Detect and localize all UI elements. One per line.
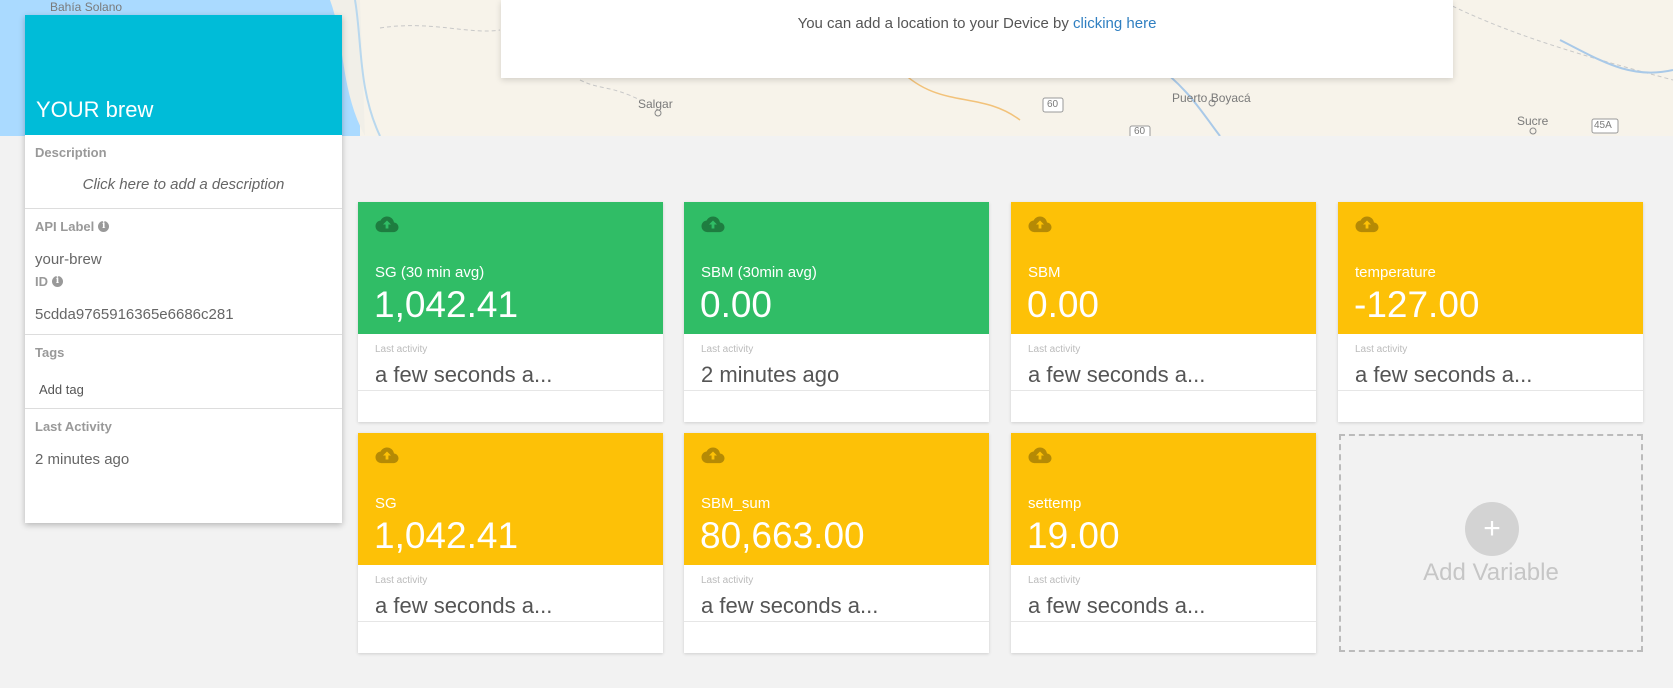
description-title: Description [35,145,107,160]
location-banner-text: You can add a location to your Device by [797,15,1074,32]
variable-label: settemp [1028,495,1082,512]
variable-label: SBM_sum [701,495,771,512]
divider [684,390,989,391]
variable-value: 1,042.41 [374,515,519,556]
variable-card-header: settemp 19.00 [1011,433,1316,565]
api-label-title: API Label [35,219,95,234]
id-title: ID [35,274,48,289]
location-banner: You can add a location to your Device by… [501,0,1453,78]
variable-card-footer: Last activity a few seconds a... [1011,334,1316,422]
last-activity-value: a few seconds a... [1028,593,1206,618]
variable-value: 19.00 [1027,515,1120,556]
variable-card-header: SBM_sum 80,663.00 [684,433,989,565]
variable-card-header: SG (30 min avg) 1,042.41 [358,202,663,334]
last-activity-value: a few seconds a... [375,593,553,618]
cloud-upload-icon [375,216,399,233]
variable-label: SBM [1028,264,1061,281]
description-section: Description Click here to add a descript… [25,135,342,209]
divider [1011,390,1316,391]
last-activity-label: Last activity [375,344,428,355]
variable-card[interactable]: SBM 0.00 Last activity a few seconds a..… [1011,202,1316,422]
variable-value: 80,663.00 [700,515,865,556]
last-activity-label: Last activity [1028,575,1081,586]
divider [358,621,663,622]
variable-label: SBM (30min avg) [701,264,817,281]
last-activity-value: a few seconds a... [1355,362,1533,387]
cloud-upload-icon [1028,216,1052,233]
variable-card[interactable]: settemp 19.00 Last activity a few second… [1011,433,1316,653]
divider [1338,390,1643,391]
add-tag-button[interactable]: Add tag [35,360,332,408]
map-road-label: 60 [1047,99,1059,110]
cloud-upload-icon [1028,447,1052,464]
add-location-link[interactable]: clicking here [1073,15,1156,32]
variable-card[interactable]: SBM (30min avg) 0.00 Last activity 2 min… [684,202,989,422]
variable-label: temperature [1355,264,1436,281]
last-activity-section: Last Activity 2 minutes ago [25,409,342,479]
variable-card-header: SG 1,042.41 [358,433,663,565]
api-label-section: API Label i your-brew ID i 5cdda97659163… [25,209,342,335]
plus-icon[interactable]: + [1465,502,1519,556]
description-field[interactable]: Click here to add a description [35,160,332,208]
last-activity-value: a few seconds a... [1028,362,1206,387]
variable-card-header: temperature -127.00 [1338,202,1643,334]
last-activity-label: Last activity [1028,344,1081,355]
map-label-salgar: Salgar [638,97,673,111]
variable-value: 1,042.41 [374,284,519,325]
id-title-row: ID i [35,274,332,289]
map-road-label: 45A [1594,120,1612,131]
variable-card-header: SBM (30min avg) 0.00 [684,202,989,334]
variable-value: 0.00 [1027,284,1100,325]
info-icon[interactable]: i [98,221,110,232]
api-label-value[interactable]: your-brew [35,234,332,274]
variable-value: -127.00 [1354,284,1480,325]
last-activity-label: Last activity [701,344,754,355]
cloud-upload-icon [1355,216,1379,233]
variable-card[interactable]: SBM_sum 80,663.00 Last activity a few se… [684,433,989,653]
map-label-sucre: Sucre [1517,114,1549,128]
variable-card[interactable]: SG 1,042.41 Last activity a few seconds … [358,433,663,653]
cloud-upload-icon [701,447,725,464]
api-label-title-row: API Label i [35,219,332,234]
add-variable-button[interactable]: + Add Variable [1339,434,1643,652]
last-activity-label: Last activity [1355,344,1408,355]
device-panel: YOUR brew Description Click here to add … [25,15,342,523]
info-icon[interactable]: i [52,276,63,287]
cloud-upload-icon [375,447,399,464]
tags-title: Tags [35,345,65,360]
last-activity-value: 2 minutes ago [701,362,840,387]
variable-card-footer: Last activity a few seconds a... [684,565,989,653]
variable-card-footer: Last activity a few seconds a... [1338,334,1643,422]
divider [358,390,663,391]
cloud-upload-icon [701,216,725,233]
device-id-value: 5cdda9765916365e6686c281 [35,306,234,323]
divider [1011,621,1316,622]
variable-label: SG [375,495,397,512]
tags-section: Tags Add tag [25,335,342,409]
last-activity-value: 2 minutes ago [35,451,130,468]
variable-card-footer: Last activity a few seconds a... [358,334,663,422]
variable-card-header: SBM 0.00 [1011,202,1316,334]
add-variable-label: Add Variable [1423,559,1559,586]
variable-card-footer: Last activity a few seconds a... [1011,565,1316,653]
variable-card[interactable]: temperature -127.00 Last activity a few … [1338,202,1643,422]
last-activity-value: a few seconds a... [701,593,879,618]
map-label-bahia-solano: Bahía Solano [50,0,123,14]
last-activity-value: a few seconds a... [375,362,553,387]
last-activity-label: Last activity [701,575,754,586]
map-road-label: 60 [1134,126,1146,136]
last-activity-title: Last Activity [35,419,112,434]
variable-card[interactable]: SG (30 min avg) 1,042.41 Last activity a… [358,202,663,422]
variable-card-footer: Last activity 2 minutes ago [684,334,989,422]
divider [684,621,989,622]
device-header: YOUR brew [25,15,342,135]
map-label-puerto-boyaca: Puerto Boyacá [1172,91,1251,105]
variable-value: 0.00 [700,284,773,325]
variable-label: SG (30 min avg) [375,264,485,281]
variable-card-footer: Last activity a few seconds a... [358,565,663,653]
device-name[interactable]: YOUR brew [36,97,153,123]
last-activity-label: Last activity [375,575,428,586]
